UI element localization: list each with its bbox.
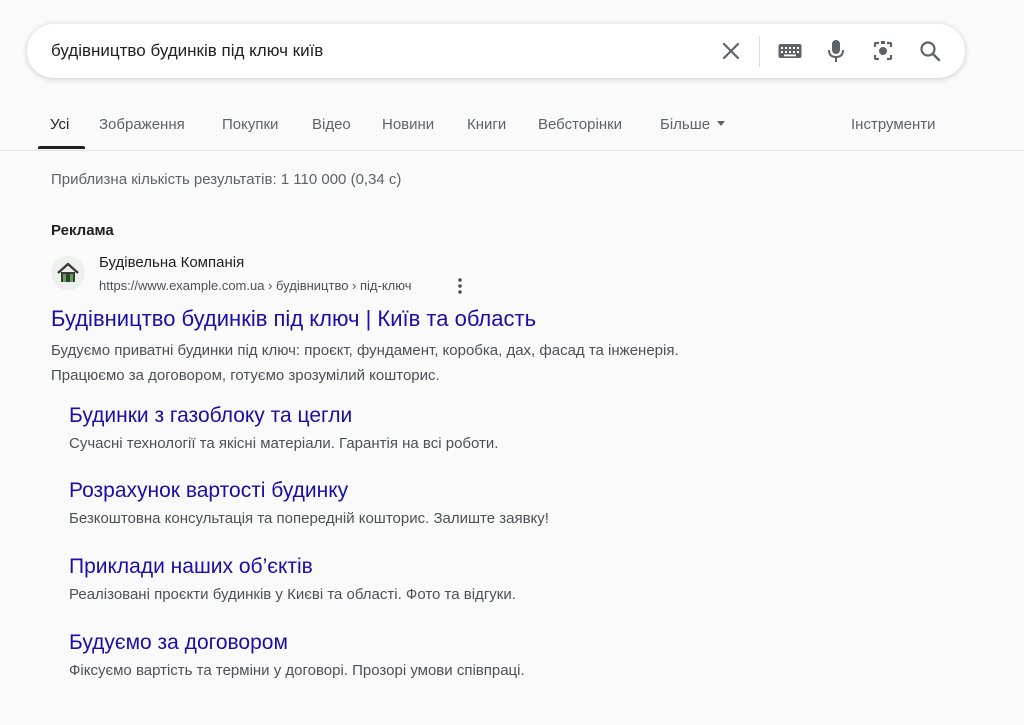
- house-icon: [57, 262, 79, 282]
- ad-description-line: Працюємо за договором, готуємо зрозуміли…: [51, 367, 440, 384]
- tab-shopping[interactable]: Покупки: [222, 116, 278, 133]
- search-input[interactable]: будівництво будинків під ключ київ: [51, 41, 323, 61]
- sitelink-description: Фіксуємо вартість та терміни у договорі.…: [69, 662, 525, 679]
- tab-more[interactable]: Більше: [660, 116, 726, 133]
- sitelink-title[interactable]: Будинки з газоблоку та цегли: [69, 404, 352, 428]
- tab-videos[interactable]: Відео: [312, 116, 351, 133]
- advertiser-name[interactable]: Будівельна Компанія: [99, 254, 244, 271]
- tab-books[interactable]: Книги: [467, 116, 506, 133]
- sitelink-description: Безкоштовна консультація та попередній к…: [69, 510, 549, 527]
- tab-images[interactable]: Зображення: [99, 116, 185, 133]
- sitelink-title[interactable]: Розрахунок вартості будинку: [69, 479, 348, 503]
- tab-all[interactable]: Усі: [50, 116, 69, 133]
- tab-more-label: Більше: [660, 116, 711, 133]
- sitelink-title[interactable]: Приклади наших об’єктів: [69, 555, 313, 579]
- ad-url[interactable]: https://www.example.com.ua › будівництво…: [99, 278, 412, 293]
- search-divider: [759, 36, 760, 67]
- advertiser-favicon[interactable]: [51, 256, 85, 290]
- close-icon[interactable]: [717, 37, 745, 65]
- caret-down-icon: [717, 120, 726, 126]
- sitelink-description: Сучасні технології та якісні матеріали. …: [69, 435, 499, 452]
- keyboard-icon[interactable]: [776, 37, 804, 65]
- search-icon[interactable]: [916, 37, 944, 65]
- tab-news[interactable]: Новини: [382, 116, 434, 133]
- tab-web[interactable]: Вебсторінки: [538, 116, 622, 133]
- ad-headline-link[interactable]: Будівництво будинків під ключ | Київ та …: [51, 306, 536, 332]
- result-stats: Приблизна кількість результатів: 1 110 0…: [51, 171, 402, 188]
- more-options-icon[interactable]: [452, 277, 468, 295]
- sitelink-title[interactable]: Будуємо за договором: [69, 631, 288, 655]
- lens-icon[interactable]: [869, 37, 897, 65]
- tab-active-indicator: [38, 146, 85, 149]
- search-box[interactable]: будівництво будинків під ключ київ: [27, 24, 965, 78]
- microphone-icon[interactable]: [822, 37, 850, 65]
- ad-label: Реклама: [51, 222, 114, 239]
- ad-description-line: Будуємо приватні будинки під ключ: проєк…: [51, 342, 679, 359]
- sitelink-description: Реалізовані проєкти будинків у Києві та …: [69, 586, 516, 603]
- tools-button[interactable]: Інструменти: [851, 116, 936, 133]
- search-tabs: Усі Зображення Покупки Відео Новини Книг…: [0, 100, 1024, 151]
